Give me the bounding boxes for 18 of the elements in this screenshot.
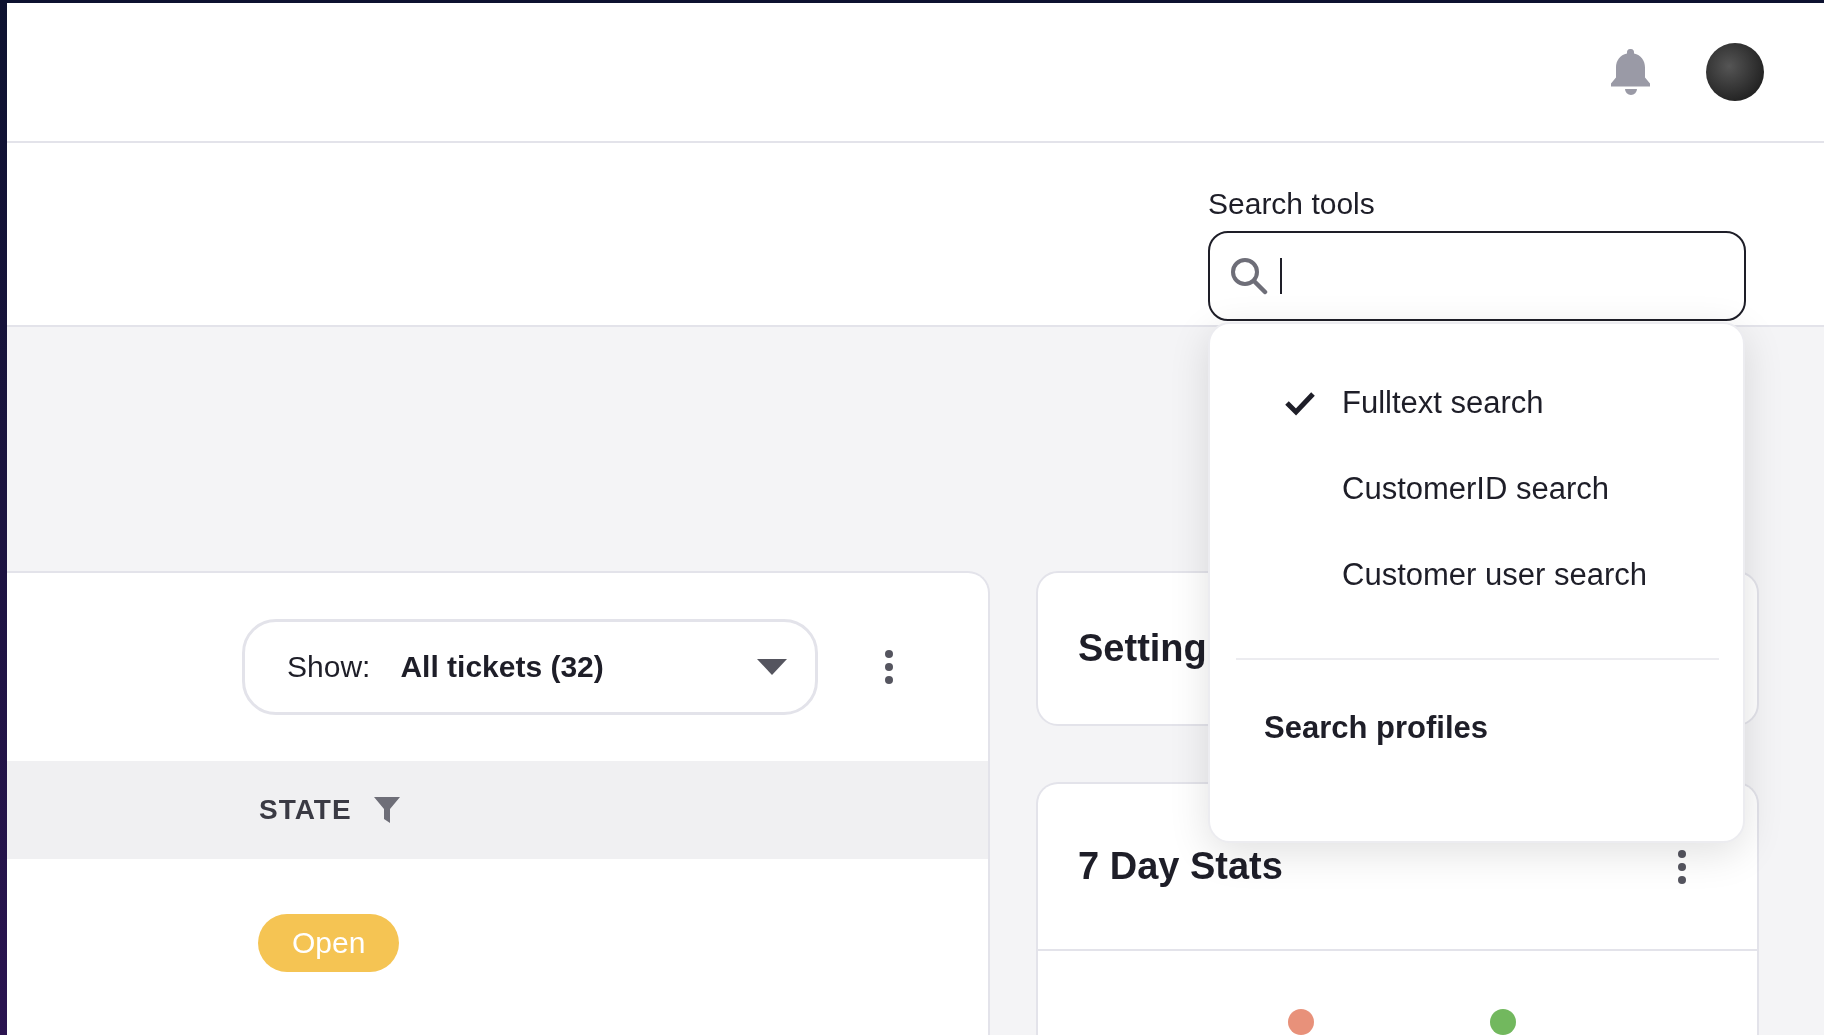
- search-label: Search tools: [1208, 186, 1376, 221]
- search-icon: [1230, 256, 1268, 295]
- caret-icon: [757, 659, 787, 675]
- more-icon[interactable]: [1677, 849, 1687, 884]
- ticket-filter-dropdown[interactable]: Show: All tickets (32): [242, 619, 818, 715]
- menu-item[interactable]: Customer user search: [1210, 532, 1743, 618]
- menu-item[interactable]: CustomerID search: [1210, 446, 1743, 532]
- user-avatar[interactable]: [1706, 42, 1764, 101]
- menu-item[interactable]: Fulltext search: [1210, 360, 1743, 446]
- more-icon[interactable]: [884, 650, 894, 684]
- filter-icon[interactable]: [373, 797, 400, 823]
- card-title: Setting: [1078, 627, 1207, 670]
- notification-bell-icon[interactable]: [1610, 48, 1652, 95]
- search-profiles-link[interactable]: Search profiles: [1264, 710, 1488, 746]
- state-badge: Open: [258, 914, 400, 972]
- search-field[interactable]: [1208, 230, 1746, 321]
- card-title: 7 Day Stats: [1078, 845, 1283, 888]
- column-header: STATE: [259, 794, 352, 826]
